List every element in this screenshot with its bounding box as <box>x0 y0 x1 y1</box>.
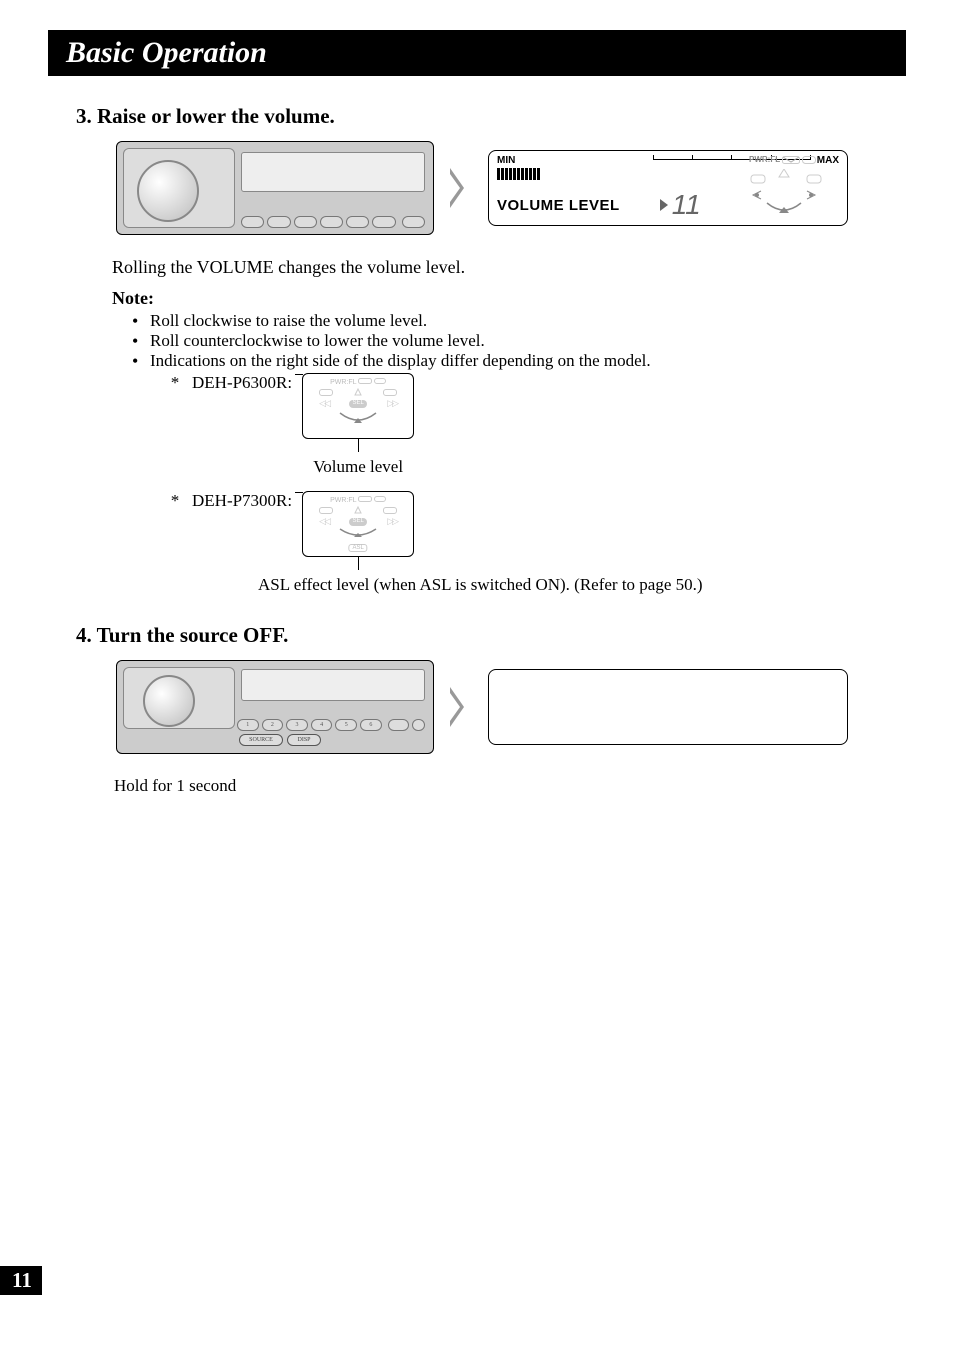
sel-button-icon: SEL <box>349 400 367 408</box>
device-button <box>412 719 425 731</box>
up-arrow-icon <box>354 506 362 514</box>
play-icon <box>660 199 668 211</box>
device-number-button: 1 <box>237 719 259 731</box>
model-name: DEH-P7300R: <box>192 491 292 511</box>
device-number-button: 3 <box>286 719 308 731</box>
volume-number-text: 11 <box>672 189 701 221</box>
up-arrow-icon <box>354 388 362 396</box>
step-number: 4. <box>76 623 92 647</box>
device-button-row <box>241 216 425 228</box>
device-illustration-2: 1 2 3 4 5 6 SOURCE DISP <box>116 660 434 754</box>
device-bottom-row: SOURCE DISP <box>127 733 425 747</box>
right-arrows-icon: ▷▷ <box>387 516 397 527</box>
down-chevron-icon <box>358 496 372 502</box>
volume-bar: MIN <box>497 155 647 180</box>
step-number: 3. <box>76 104 92 128</box>
device-button <box>267 216 290 228</box>
pwrfl-small: PWR:FL <box>309 496 407 504</box>
pwrfl-small: PWR:FL <box>309 378 407 386</box>
model-name: DEH-P6300R: <box>192 373 292 393</box>
device-number-button: 6 <box>360 719 382 731</box>
pill-icon <box>802 156 816 164</box>
mini-pill-icon <box>383 389 397 396</box>
asterisk-icon: * <box>168 373 182 393</box>
section-3-heading: 3. Raise or lower the volume. <box>76 104 906 129</box>
section-4-figure-row: 1 2 3 4 5 6 SOURCE DISP <box>116 660 906 754</box>
nav-icon-cluster <box>749 169 839 219</box>
lcd-display: MIN MAX <box>488 150 848 226</box>
device-button <box>388 719 410 731</box>
left-arrows-icon: ◁◁ <box>319 398 329 409</box>
pointer-line <box>358 438 359 452</box>
pwrfl-label: PWR:FL <box>749 155 816 164</box>
left-arrows-icon: ◁◁ <box>319 516 329 527</box>
small-lcd-model1: PWR:FL ◁◁ SEL ▷▷ <box>302 373 414 439</box>
min-label: MIN <box>497 155 647 166</box>
volume-level-label: VOLUME LEVEL <box>497 197 620 214</box>
device-button <box>294 216 317 228</box>
volume-ticks <box>497 166 647 180</box>
arrow-icon <box>450 687 472 727</box>
mini-pill-icon <box>383 507 397 514</box>
device-button <box>346 216 369 228</box>
pointer-line <box>265 753 266 754</box>
lcd-icon-cluster: PWR:FL <box>749 155 839 221</box>
model-row-1: * DEH-P6300R: PWR:FL ◁◁ SEL ▷▷ <box>168 373 906 489</box>
right-arrows-icon: ▷▷ <box>387 398 397 409</box>
hold-caption: Hold for 1 second <box>114 776 906 796</box>
pointer-line <box>358 556 359 570</box>
device-number-button: 4 <box>311 719 333 731</box>
down-chevron-icon <box>782 156 800 164</box>
page-header: Basic Operation <box>48 30 906 76</box>
device-button <box>241 216 264 228</box>
page-number: 11 <box>0 1266 42 1295</box>
volume-value: 11 <box>660 189 701 221</box>
step-heading-text: Turn the source OFF. <box>97 623 289 647</box>
device-button <box>320 216 343 228</box>
step-heading-text: Raise or lower the volume. <box>97 104 335 128</box>
disp-button: DISP <box>287 734 321 746</box>
model1-caption: Volume level <box>302 457 414 477</box>
device-illustration <box>116 141 434 235</box>
pill-icon <box>374 378 386 384</box>
bullet-item: Roll clockwise to raise the volume level… <box>132 311 906 331</box>
section-4-heading: 4. Turn the source OFF. <box>76 623 906 648</box>
bullet-item: Roll counterclockwise to lower the volum… <box>132 331 906 351</box>
body-paragraph: Rolling the VOLUME changes the volume le… <box>112 257 906 278</box>
arrow-icon <box>450 168 472 208</box>
sel-button-icon: SEL <box>349 518 367 526</box>
page: Basic Operation 3. Raise or lower the vo… <box>0 0 954 1355</box>
note-bullet-list: Roll clockwise to raise the volume level… <box>132 311 906 371</box>
note-label: Note: <box>112 288 906 309</box>
device-number-button: 2 <box>262 719 284 731</box>
pill-icon <box>374 496 386 502</box>
source-button: SOURCE <box>239 734 283 746</box>
down-chevron-icon <box>358 378 372 384</box>
mini-pill-icon <box>319 389 333 396</box>
section-3-figure-row: MIN MAX <box>116 141 906 235</box>
asterisk-icon: * <box>168 491 182 511</box>
model2-caption: ASL effect level (when ASL is switched O… <box>258 575 906 595</box>
device-number-button: 5 <box>335 719 357 731</box>
device-screen <box>241 152 425 192</box>
lcd-display-off <box>488 669 848 745</box>
device-screen <box>241 669 425 701</box>
down-curve-icon <box>336 411 380 425</box>
device-button <box>402 216 425 228</box>
device-button <box>372 216 395 228</box>
dpad-icon <box>749 169 839 217</box>
down-curve-icon <box>336 527 380 539</box>
asl-indicator: ASL <box>348 544 367 552</box>
small-lcd-model2: PWR:FL ◁◁ SEL ▷▷ ASL <box>302 491 414 557</box>
device-number-buttons: 1 2 3 4 5 6 <box>237 719 425 731</box>
model-row-2: * DEH-P7300R: PWR:FL ◁◁ SEL ▷▷ <box>168 491 906 557</box>
pwrfl-text: PWR:FL <box>749 155 780 164</box>
bullet-item: Indications on the right side of the dis… <box>132 351 906 371</box>
mini-pill-icon <box>319 507 333 514</box>
